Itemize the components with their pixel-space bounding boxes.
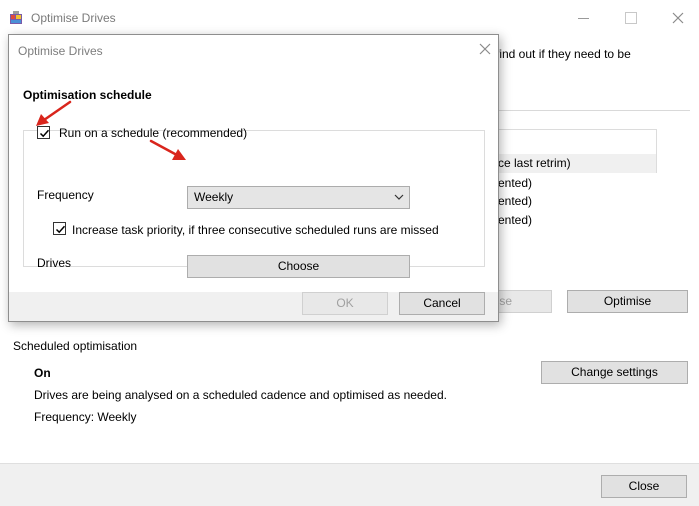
red-arrow-annotation (149, 139, 186, 160)
drive-row-status: ented) (498, 176, 533, 190)
drive-row[interactable]: ented) (486, 192, 656, 211)
schedule-frequency: Frequency: Weekly (34, 410, 137, 424)
dialog-body: Optimisation schedule Run on a schedule … (9, 66, 498, 292)
dialog-footer: OK Cancel (9, 292, 498, 321)
drive-row[interactable]: ce last retrim) (486, 154, 656, 173)
drives-label: Drives (37, 256, 72, 270)
minimize-icon[interactable] (574, 8, 594, 28)
schedule-description: Drives are being analysed on a scheduled… (34, 388, 447, 402)
choose-drives-button[interactable]: Choose (187, 255, 410, 278)
red-arrow-annotation (36, 100, 72, 126)
list-scroll-edge (656, 129, 657, 173)
chevron-down-icon (394, 194, 404, 200)
close-button[interactable]: Close (601, 475, 687, 498)
main-window-title: Optimise Drives (31, 11, 116, 25)
schedule-status: On (34, 366, 51, 380)
separator (496, 110, 690, 111)
checkmark-icon (39, 129, 50, 138)
close-icon[interactable] (668, 8, 688, 28)
drive-row-status: ented) (498, 194, 533, 208)
increase-priority-checkbox[interactable] (53, 222, 66, 235)
cancel-button[interactable]: Cancel (399, 292, 485, 315)
frequency-value: Weekly (194, 190, 234, 204)
increase-priority-label: Increase task priority, if three consecu… (72, 223, 439, 237)
change-settings-button[interactable]: Change settings (541, 361, 688, 384)
intro-text: find out if they need to be (496, 47, 631, 61)
dialog-title: Optimise Drives (18, 44, 103, 58)
drive-row-status: ce last retrim) (498, 156, 571, 170)
frequency-select[interactable]: Weekly (187, 186, 410, 209)
checkmark-icon (55, 225, 66, 234)
dialog-close-icon[interactable] (476, 40, 494, 58)
optimise-button[interactable]: Optimise (567, 290, 688, 313)
drive-row[interactable]: ented) (486, 211, 656, 230)
drive-list[interactable]: ce last retrim) ented) ented) ented) (486, 129, 656, 291)
scheduled-optimisation-label: Scheduled optimisation (13, 339, 138, 353)
dialog-titlebar: Optimise Drives (9, 35, 498, 66)
drive-row-status: ented) (498, 213, 533, 227)
app-defrag-icon (10, 11, 22, 24)
ok-button[interactable]: OK (302, 292, 388, 315)
maximize-icon[interactable] (621, 8, 641, 28)
main-titlebar: Optimise Drives (0, 0, 699, 36)
drive-row[interactable]: ented) (486, 174, 656, 193)
frequency-label: Frequency (37, 188, 94, 202)
main-footer: Close (0, 463, 699, 506)
optimisation-schedule-dialog: Optimise Drives Optimisation schedule Ru… (8, 34, 499, 322)
